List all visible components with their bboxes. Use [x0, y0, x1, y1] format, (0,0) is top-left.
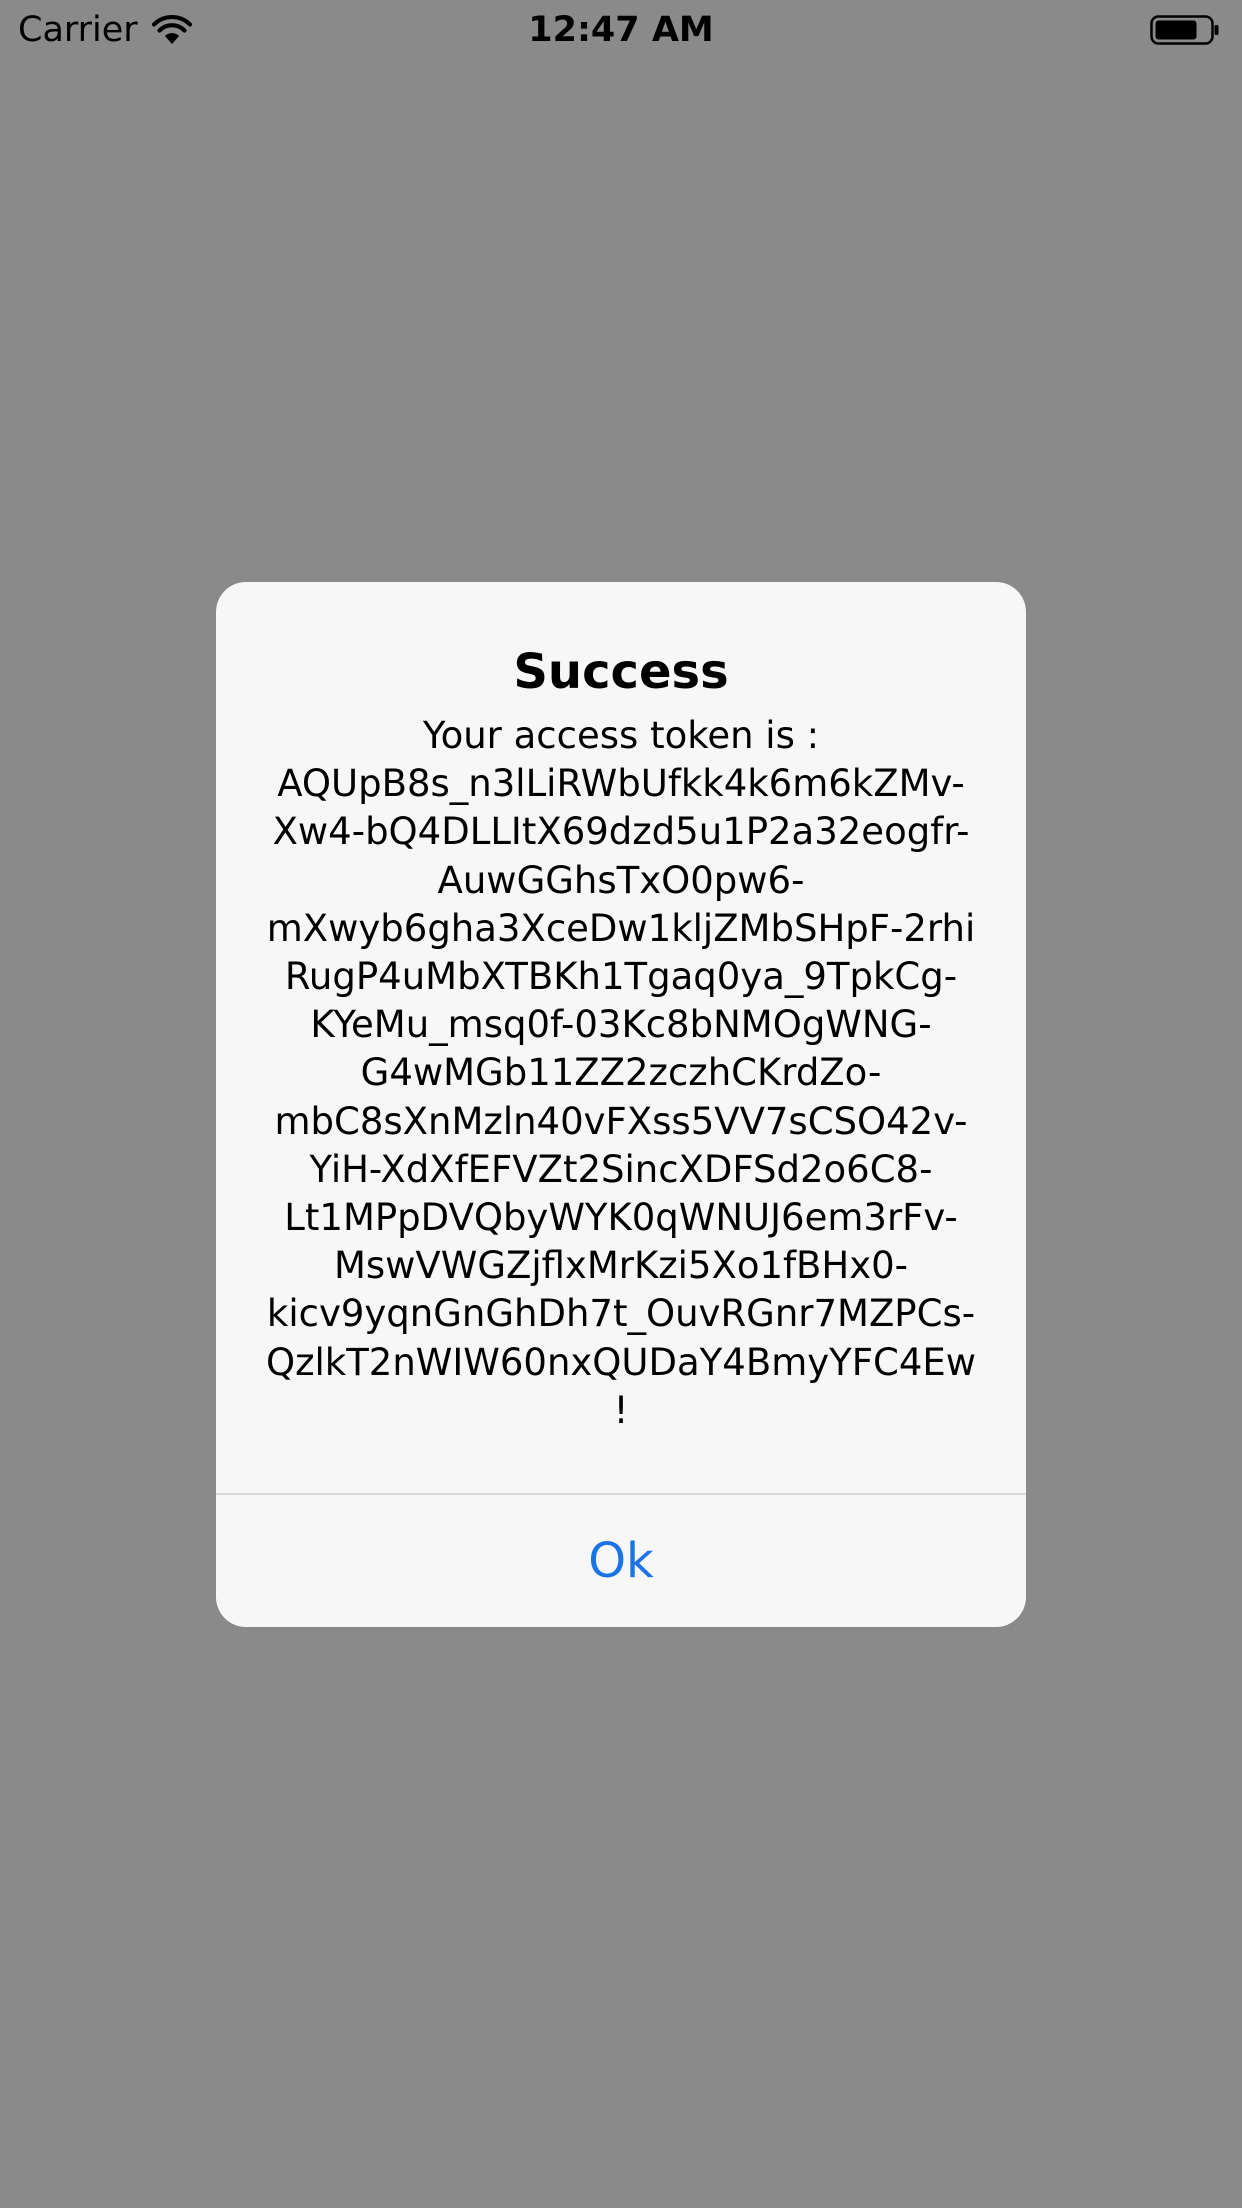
status-bar: Carrier 12:47 AM: [0, 0, 1242, 60]
alert-message-line: Lt1MPpDVQbyWYK0qWNUJ6em3rFv-: [284, 1196, 958, 1240]
alert-message-line: G4wMGb11ZZ2zczhCKrdZo-: [360, 1051, 882, 1095]
alert-message-line: AQUpB8s_n3lLiRWbUfkk4k6m6kZMv-: [277, 762, 965, 806]
alert-message-line: MswVWGZjflxMrKzi5Xo1fBHx0-: [333, 1244, 909, 1288]
alert-message-line: Xw4-bQ4DLLItX69dzd5u1P2a32eogfr-: [272, 810, 970, 854]
status-time: 12:47 AM: [528, 10, 714, 50]
alert-message-line: mbC8sXnMzln40vFXss5VV7sCSO42v-: [274, 1099, 968, 1143]
alert-message-line: QzlkT2nWIW60nxQUDaY4BmyYFC4Ew: [265, 1340, 977, 1384]
alert-message-line: YiH-XdXfEFVZt2SincXDFSd2o6C8-: [309, 1147, 933, 1191]
alert-message-line: mXwyb6gha3XceDw1kljZMbSHpF-2rhi: [266, 906, 976, 950]
alert-message-line: AuwGGhsTxO0pw6-: [437, 858, 805, 902]
alert-message-line: RugP4uMbXTBKh1Tgaq0ya_9TpkCg-: [284, 955, 958, 999]
alert-title: Success: [513, 644, 729, 700]
battery-icon: [1150, 15, 1220, 45]
success-alert-dialog: Success Your access token is : AQUpB8s_n…: [216, 582, 1026, 1627]
alert-message-line: KYeMu_msq0f-03Kc8bNMOgWNG-: [310, 1003, 932, 1047]
ok-button[interactable]: Ok: [216, 1495, 1026, 1627]
alert-message: Your access token is : AQUpB8s_n3lLiRWbU…: [261, 712, 981, 1435]
alert-message-line: Your access token is :: [422, 714, 820, 757]
alert-message-line: kicv9yqnGnGhDh7t_OuvRGnr7MZPCs-: [266, 1292, 976, 1336]
alert-message-line: !: [613, 1388, 629, 1432]
